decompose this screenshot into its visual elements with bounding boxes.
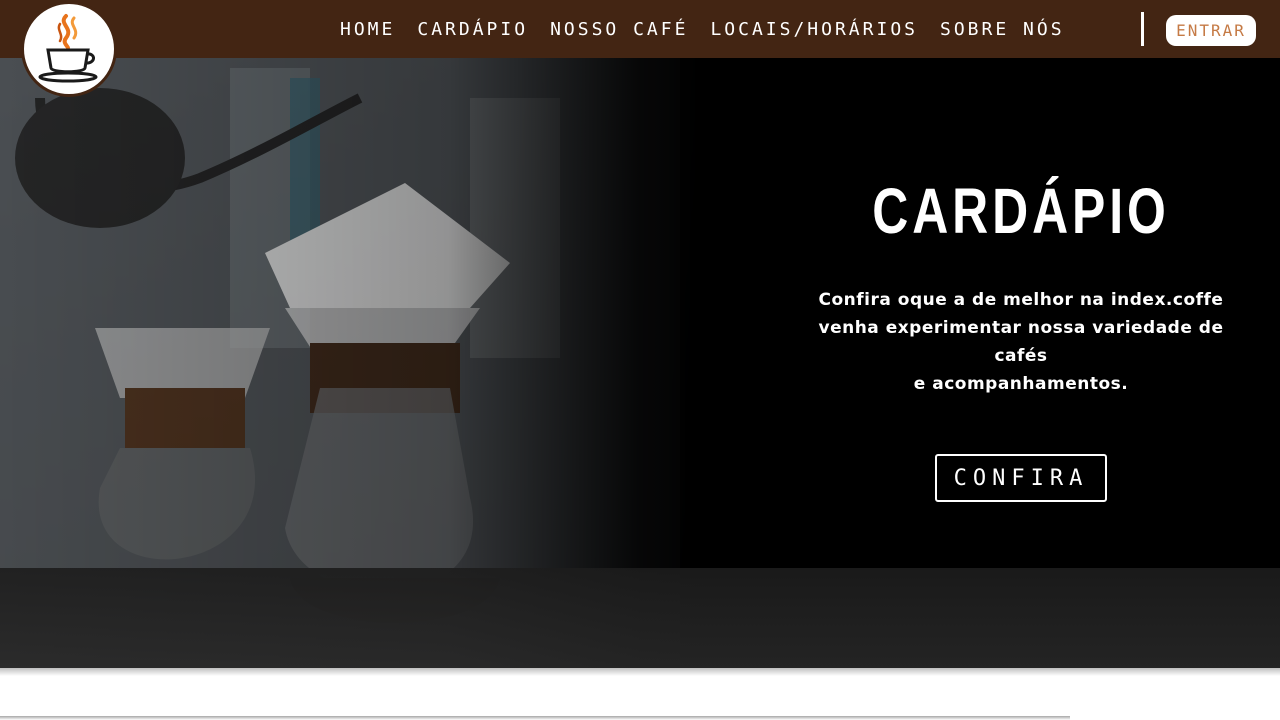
- hero-title: CARDÁPIO: [872, 175, 1170, 247]
- site-logo[interactable]: [21, 1, 117, 97]
- hero-description-line: Confira oque a de melhor na index.coffe: [818, 290, 1224, 311]
- nav-link-nosso-cafe[interactable]: NOSSO CAFÉ: [550, 19, 688, 40]
- confira-button[interactable]: CONFIRA: [935, 454, 1107, 503]
- nav-link-home[interactable]: HOME: [340, 19, 395, 40]
- hero-banner: CARDÁPIO Confira oque a de melhor na ind…: [0, 58, 1280, 668]
- hero-description-line: venha experimentar nossa variedade de ca…: [818, 318, 1224, 367]
- section-divider: [0, 716, 1070, 720]
- login-button[interactable]: ENTRAR: [1166, 15, 1256, 46]
- hero-floor: [0, 568, 1280, 668]
- main-nav: HOME CARDÁPIO NOSSO CAFÉ LOCAIS/HORÁRIOS…: [340, 0, 1087, 58]
- top-navbar: HOME CARDÁPIO NOSSO CAFÉ LOCAIS/HORÁRIOS…: [0, 0, 1280, 58]
- hero-description-line: e acompanhamentos.: [913, 374, 1129, 395]
- hero-content: CARDÁPIO Confira oque a de melhor na ind…: [800, 175, 1242, 503]
- nav-link-sobre-nos[interactable]: SOBRE NÓS: [940, 19, 1065, 40]
- nav-divider: [1141, 12, 1144, 46]
- hero-bottom-shadow: [0, 668, 1280, 676]
- nav-link-locais-horarios[interactable]: LOCAIS/HORÁRIOS: [710, 19, 918, 40]
- nav-link-cardapio[interactable]: CARDÁPIO: [417, 19, 528, 40]
- hero-description: Confira oque a de melhor na index.coffe …: [800, 286, 1242, 398]
- coffee-cup-icon: [38, 14, 98, 83]
